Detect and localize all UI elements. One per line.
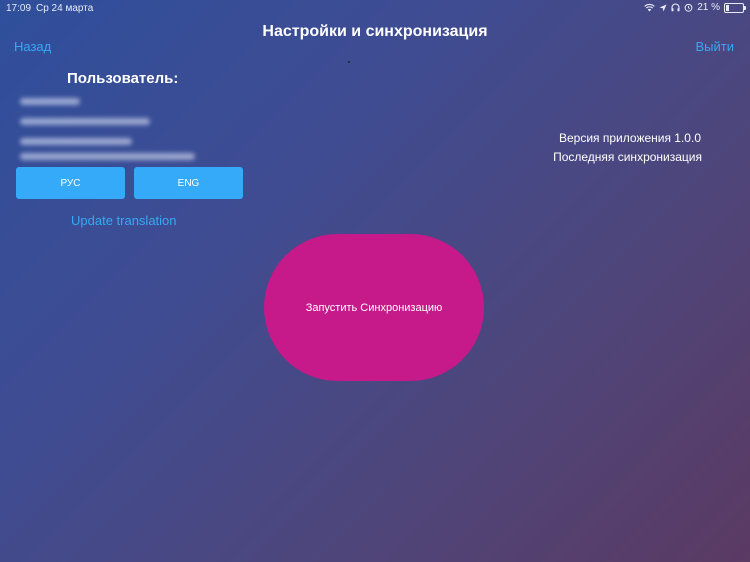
alarm-icon: [684, 3, 693, 12]
wifi-icon: [644, 3, 655, 12]
language-en-button[interactable]: ENG: [134, 167, 243, 199]
redacted-line: [20, 138, 132, 145]
status-time: 17:09: [6, 3, 32, 14]
update-translation-link[interactable]: Update translation: [71, 213, 177, 228]
start-sync-button[interactable]: Запустить Синхронизацию: [264, 234, 484, 381]
status-date: Ср 24 марта: [36, 3, 94, 14]
page-title: Настройки и синхронизация: [262, 23, 488, 40]
status-right: 21 %: [644, 2, 746, 13]
start-sync-label: Запустить Синхронизацию: [305, 301, 443, 314]
user-heading: Пользователь:: [67, 70, 179, 87]
headphones-icon: [671, 3, 680, 12]
app-version: Версия приложения 1.0.0: [559, 131, 701, 145]
back-button[interactable]: Назад: [14, 39, 51, 54]
location-icon: [659, 4, 667, 11]
logout-button[interactable]: Выйти: [696, 39, 735, 54]
status-bar: 17:09 Ср 24 марта 21 %: [0, 0, 750, 16]
redacted-line: [20, 118, 150, 125]
battery-percent: 21 %: [697, 2, 720, 13]
separator-dot: [348, 61, 350, 63]
battery-icon: [724, 2, 746, 13]
language-ru-button[interactable]: РУС: [16, 167, 125, 199]
last-sync-label: Последняя синхронизация: [553, 150, 702, 164]
redacted-line: [20, 153, 195, 160]
redacted-line: [20, 98, 80, 105]
battery-fill: [726, 4, 729, 11]
